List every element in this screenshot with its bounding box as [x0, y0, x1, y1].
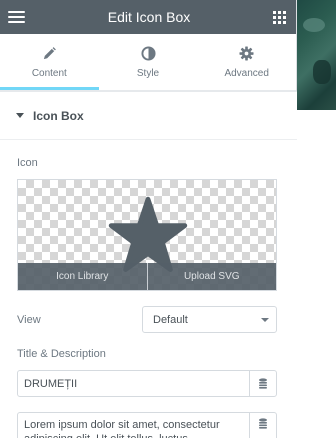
panel-content: Icon Box Icon Icon Library Upload SVG Vi… — [0, 91, 297, 438]
chevron-down-icon — [261, 318, 269, 322]
title-input-value: DRUMEȚII — [24, 377, 78, 390]
tab-advanced[interactable]: Advanced — [197, 34, 296, 90]
dynamic-tags-button[interactable] — [249, 371, 276, 396]
tab-style[interactable]: Style — [99, 34, 198, 90]
contrast-icon — [140, 45, 156, 61]
tab-content[interactable]: Content — [0, 34, 99, 90]
database-icon — [259, 418, 267, 429]
tab-content-label: Content — [31, 67, 67, 79]
view-select[interactable]: Default — [142, 306, 277, 333]
view-select-value: Default — [153, 313, 188, 326]
title-description-label: Title & Description — [17, 348, 106, 360]
menu-icon[interactable] — [8, 11, 25, 23]
description-value: Lorem ipsum dolor sit amet, consectetur … — [24, 419, 220, 438]
database-icon — [259, 378, 267, 389]
gear-icon — [239, 45, 254, 61]
caret-down-icon — [16, 113, 24, 118]
icon-label: Icon — [17, 157, 38, 169]
panel-tabs: Content Style Advanced — [0, 34, 296, 91]
widgets-grid-icon[interactable] — [273, 10, 286, 24]
section-title: Icon Box — [33, 108, 84, 123]
section-icon-box: Icon Box Icon Icon Library Upload SVG Vi… — [0, 91, 297, 438]
panel-title: Edit Icon Box — [107, 9, 191, 25]
pencil-icon — [43, 46, 56, 59]
panel-header: Edit Icon Box — [0, 0, 296, 34]
icon-library-button[interactable]: Icon Library — [18, 263, 147, 290]
preview-image — [297, 0, 336, 110]
view-label: View — [17, 314, 41, 326]
tab-advanced-label: Advanced — [224, 67, 269, 79]
editor-panel: Edit Icon Box Content Style Advanced Ico… — [0, 0, 297, 438]
tab-style-label: Style — [136, 67, 160, 79]
icon-actions-bar: Icon Library Upload SVG — [18, 263, 276, 290]
dynamic-tags-button-2[interactable] — [249, 413, 276, 438]
page-preview — [297, 0, 336, 438]
upload-svg-button[interactable]: Upload SVG — [146, 263, 277, 290]
title-input[interactable]: DRUMEȚII — [17, 370, 277, 397]
icon-picker[interactable]: Icon Library Upload SVG — [17, 179, 277, 291]
description-textarea[interactable]: Lorem ipsum dolor sit amet, consectetur … — [17, 412, 277, 438]
section-header[interactable]: Icon Box — [0, 92, 297, 140]
